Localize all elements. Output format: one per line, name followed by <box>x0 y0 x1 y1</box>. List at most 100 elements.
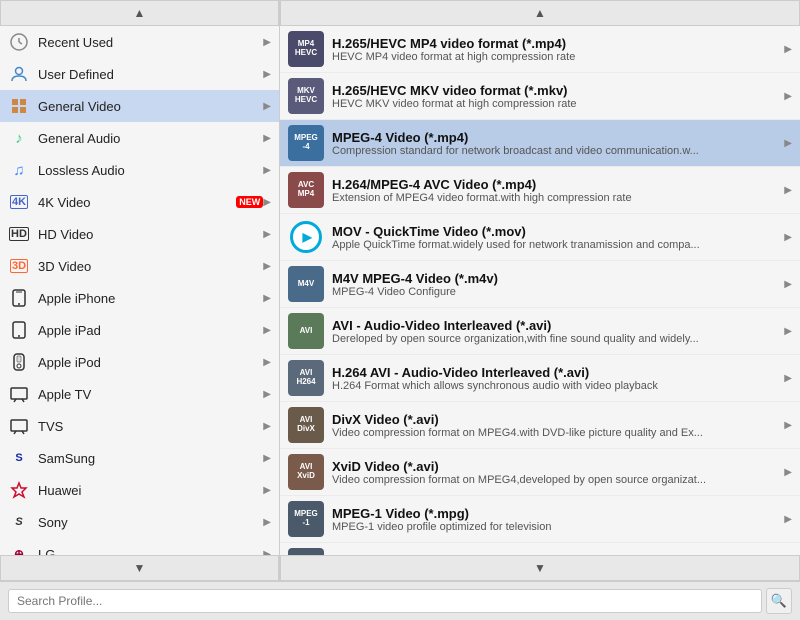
sidebar-item-apple-ipod[interactable]: Apple iPod▶ <box>0 346 279 378</box>
format-desc: MPEG-1 video profile optimized for telev… <box>332 521 780 533</box>
sidebar-item-sony[interactable]: SSony▶ <box>0 506 279 538</box>
format-info: H.265/HEVC MP4 video format (*.mp4)HEVC … <box>332 36 780 63</box>
format-icon: AVI H264 <box>288 360 324 396</box>
format-title: H.264/MPEG-4 AVC Video (*.mp4) <box>332 177 780 192</box>
sidebar-item-label: SamSung <box>38 451 263 466</box>
format-item-mpeg2[interactable]: MPEG -2MPEG-2 Video (*.mpg)MPEG-2 video … <box>280 543 800 555</box>
chevron-right-icon: ▶ <box>784 514 792 525</box>
sidebar-item-general-audio[interactable]: ♪General Audio▶ <box>0 122 279 154</box>
sidebar-item-apple-tv[interactable]: Apple TV▶ <box>0 378 279 410</box>
format-item-xvid[interactable]: AVI XviDXviD Video (*.avi)Video compress… <box>280 449 800 496</box>
sidebar-item-huawei[interactable]: Huawei▶ <box>0 474 279 506</box>
format-title: MPEG-4 Video (*.mp4) <box>332 130 780 145</box>
arrow-icon: ▶ <box>263 357 271 368</box>
bottom-bar: 🔍 <box>0 581 800 620</box>
sidebar-item-label: TVS <box>38 419 263 434</box>
arrow-icon: ▶ <box>263 485 271 496</box>
format-item-h264-mp4[interactable]: AVC MP4 H.264/MPEG-4 AVC Video (*.mp4)Ext… <box>280 167 800 214</box>
grid-icon <box>8 95 30 117</box>
right-scroll-down[interactable]: ▼ <box>280 555 800 581</box>
sidebar-item-apple-iphone[interactable]: Apple iPhone▶ <box>0 282 279 314</box>
format-item-hevc-mkv[interactable]: MKV HEVC H.265/HEVC MKV video format (*.m… <box>280 73 800 120</box>
format-desc: Apple QuickTime format.widely used for n… <box>332 239 780 251</box>
format-desc: Extension of MPEG4 video format.with hig… <box>332 192 780 204</box>
format-title: MOV - QuickTime Video (*.mov) <box>332 224 780 239</box>
sidebar-item-recent-used[interactable]: Recent Used▶ <box>0 26 279 58</box>
format-info: DivX Video (*.avi)Video compression form… <box>332 412 780 439</box>
right-panel: ▲ MP4 HEVC H.265/HEVC MP4 video format (*… <box>280 0 800 581</box>
arrow-icon: ▶ <box>263 165 271 176</box>
new-badge: NEW <box>236 196 263 208</box>
samsung-icon: S <box>8 447 30 469</box>
format-desc: H.264 Format which allows synchronous au… <box>332 380 780 392</box>
format-icon: MPEG -4 <box>288 125 324 161</box>
sidebar-item-label: LG <box>38 547 263 556</box>
format-info: MPEG-1 Video (*.mpg)MPEG-1 video profile… <box>332 506 780 533</box>
search-button[interactable]: 🔍 <box>766 588 792 614</box>
format-title: H.265/HEVC MP4 video format (*.mp4) <box>332 36 780 51</box>
arrow-icon: ▶ <box>263 325 271 336</box>
sidebar-item-hd-video[interactable]: HDHD Video▶ <box>0 218 279 250</box>
format-info: H.264/MPEG-4 AVC Video (*.mp4)Extension … <box>332 177 780 204</box>
left-scroll-down[interactable]: ▼ <box>0 555 279 581</box>
format-desc: HEVC MP4 video format at high compressio… <box>332 51 780 63</box>
sidebar-item-apple-ipad[interactable]: Apple iPad▶ <box>0 314 279 346</box>
format-item-m4v[interactable]: M4V M4V MPEG-4 Video (*.m4v)MPEG-4 Video … <box>280 261 800 308</box>
format-item-avi[interactable]: AVIAVI - Audio-Video Interleaved (*.avi)… <box>280 308 800 355</box>
format-icon: MKV HEVC <box>288 78 324 114</box>
sidebar-item-lossless-audio[interactable]: ♫Lossless Audio▶ <box>0 154 279 186</box>
sidebar-item-label: Lossless Audio <box>38 163 263 178</box>
format-item-mpeg1[interactable]: MPEG -1 MPEG-1 Video (*.mpg)MPEG-1 video … <box>280 496 800 543</box>
format-title: DivX Video (*.avi) <box>332 412 780 427</box>
format-icon: AVC MP4 <box>288 172 324 208</box>
search-input[interactable] <box>8 589 762 613</box>
format-title: MPEG-1 Video (*.mpg) <box>332 506 780 521</box>
format-icon: M4V <box>288 266 324 302</box>
format-item-divx[interactable]: AVI DivXDivX Video (*.avi)Video compress… <box>280 402 800 449</box>
sidebar-item-3d-video[interactable]: 3D3D Video▶ <box>0 250 279 282</box>
chevron-right-icon: ▶ <box>784 44 792 55</box>
sidebar-item-lg[interactable]: ⊕LG▶ <box>0 538 279 555</box>
format-icon: MPEG -1 <box>288 501 324 537</box>
format-desc: MPEG-4 Video Configure <box>332 286 780 298</box>
right-scroll-up[interactable]: ▲ <box>280 0 800 26</box>
left-panel: ▲ Recent Used▶User Defined▶General Video… <box>0 0 280 581</box>
sidebar-item-tvs[interactable]: TVS▶ <box>0 410 279 442</box>
arrow-icon: ▶ <box>263 421 271 432</box>
format-title: AVI - Audio-Video Interleaved (*.avi) <box>332 318 780 333</box>
format-info: M4V MPEG-4 Video (*.m4v)MPEG-4 Video Con… <box>332 271 780 298</box>
format-item-mpeg4-mp4[interactable]: MPEG -4 MPEG-4 Video (*.mp4)Compression s… <box>280 120 800 167</box>
format-info: MOV - QuickTime Video (*.mov)Apple Quick… <box>332 224 780 251</box>
sidebar-item-label: Apple iPod <box>38 355 263 370</box>
format-icon <box>288 219 324 255</box>
phone-icon <box>8 287 30 309</box>
sidebar-item-label: Huawei <box>38 483 263 498</box>
arrow-icon: ▶ <box>263 293 271 304</box>
sidebar-item-label: Apple TV <box>38 387 263 402</box>
format-info: AVI - Audio-Video Interleaved (*.avi)Der… <box>332 318 780 345</box>
format-title: H.265/HEVC MKV video format (*.mkv) <box>332 83 780 98</box>
format-item-h264-avi[interactable]: AVI H264H.264 AVI - Audio-Video Interlea… <box>280 355 800 402</box>
arrow-icon: ▶ <box>263 517 271 528</box>
sidebar-item-samsung[interactable]: S SamSung▶ <box>0 442 279 474</box>
format-info: XviD Video (*.avi)Video compression form… <box>332 459 780 486</box>
clock-icon <box>8 31 30 53</box>
chevron-right-icon: ▶ <box>784 279 792 290</box>
format-item-hevc-mp4[interactable]: MP4 HEVC H.265/HEVC MP4 video format (*.m… <box>280 26 800 73</box>
sidebar-item-4k-video[interactable]: 4K4K VideoNEW▶ <box>0 186 279 218</box>
format-info: MPEG-4 Video (*.mp4)Compression standard… <box>332 130 780 157</box>
format-desc: HEVC MKV video format at high compressio… <box>332 98 780 110</box>
left-scroll-up[interactable]: ▲ <box>0 0 279 26</box>
sidebar-item-label: Apple iPad <box>38 323 263 338</box>
format-item-mov[interactable]: MOV - QuickTime Video (*.mov)Apple Quick… <box>280 214 800 261</box>
format-desc: Video compression format on MPEG4,develo… <box>332 474 780 486</box>
sidebar-item-label: Apple iPhone <box>38 291 263 306</box>
format-icon: MP4 HEVC <box>288 31 324 67</box>
sony-icon: S <box>8 511 30 533</box>
sidebar-item-user-defined[interactable]: User Defined▶ <box>0 58 279 90</box>
arrow-icon: ▶ <box>263 453 271 464</box>
format-info: H.265/HEVC MKV video format (*.mkv)HEVC … <box>332 83 780 110</box>
format-desc: Compression standard for network broadca… <box>332 145 780 157</box>
arrow-icon: ▶ <box>263 261 271 272</box>
sidebar-item-general-video[interactable]: General Video▶ <box>0 90 279 122</box>
